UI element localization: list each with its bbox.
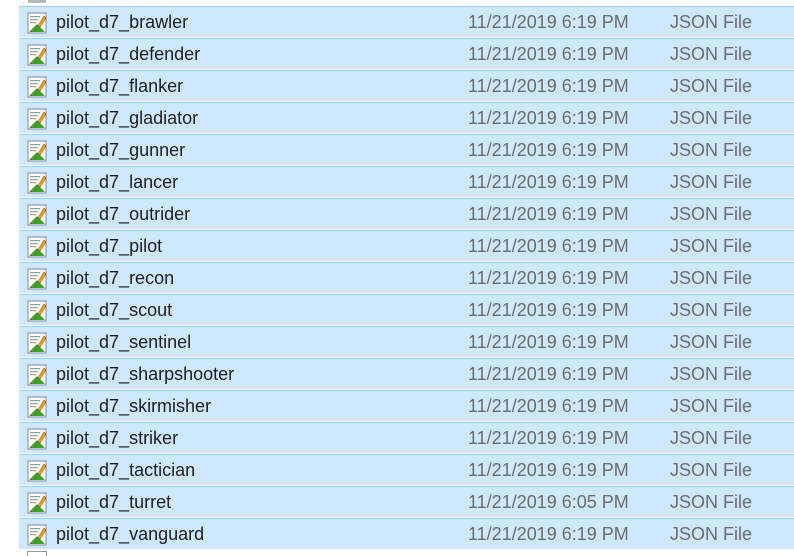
file-row[interactable]: pilot_d7_sharpshooter 11/21/2019 6:19 PM J…: [19, 358, 794, 389]
file-row[interactable]: pilot_d7_outrider 11/21/2019 6:19 PM JSON …: [19, 198, 794, 229]
file-row[interactable]: pilot_d7_striker 11/21/2019 6:19 PM JSON F…: [19, 422, 794, 453]
json-file-icon: [27, 460, 47, 482]
json-file-icon: [27, 428, 47, 450]
json-file-icon: [27, 44, 47, 66]
file-modified-date: 11/21/2019 6:19 PM: [468, 524, 629, 544]
file-name[interactable]: pilot_d7_recon: [56, 268, 174, 289]
file-type: JSON File: [670, 140, 753, 160]
file-row[interactable]: pilot_d7_defender 11/21/2019 6:19 PM JSON …: [19, 38, 794, 69]
file-row[interactable]: pilot_d7_turret 11/21/2019 6:05 PM JSON Fi…: [19, 486, 794, 517]
file-type: JSON File: [670, 428, 753, 448]
file-name[interactable]: pilot_d7_lancer: [56, 172, 178, 193]
json-file-icon: [27, 300, 47, 322]
file-name[interactable]: pilot_d7_vanguard: [56, 524, 204, 545]
file-name[interactable]: pilot_d7_flanker: [56, 76, 183, 97]
json-file-icon: [27, 76, 47, 98]
file-name[interactable]: pilot_d7_striker: [56, 428, 178, 449]
file-type: JSON File: [670, 364, 753, 384]
json-file-icon: [27, 268, 47, 290]
file-name[interactable]: pilot_d7_brawler: [56, 12, 188, 33]
file-name[interactable]: pilot_d7_defender: [56, 44, 200, 65]
file-modified-date: 11/21/2019 6:19 PM: [468, 300, 629, 320]
file-type: JSON File: [670, 76, 753, 96]
json-file-icon: [27, 12, 47, 34]
file-modified-date: 11/21/2019 6:19 PM: [468, 332, 629, 352]
file-type: JSON File: [670, 108, 753, 128]
file-row[interactable]: pilot_d7_skirmisher 11/21/2019 6:19 PM JSO…: [19, 390, 794, 421]
file-modified-date: 11/21/2019 6:19 PM: [468, 12, 629, 32]
file-row[interactable]: pilot_d7_recon 11/21/2019 6:19 PM JSON Fil…: [19, 262, 794, 293]
file-name[interactable]: pilot_d7_gladiator: [56, 108, 198, 129]
file-list: pilot_d7_brawler 11/21/2019 6:19 PM JSON F…: [0, 0, 794, 556]
file-name[interactable]: pilot_d7_gunner: [56, 140, 185, 161]
file-row[interactable]: pilot_d7_gunner 11/21/2019 6:19 PM JSON Fi…: [19, 134, 794, 165]
partial-row-below: [27, 551, 47, 556]
file-type: JSON File: [670, 172, 753, 192]
file-row[interactable]: pilot_d7_pilot 11/21/2019 6:19 PM JSON Fil…: [19, 230, 794, 261]
file-name[interactable]: pilot_d7_pilot: [56, 236, 162, 257]
file-modified-date: 11/21/2019 6:19 PM: [468, 204, 629, 224]
file-row[interactable]: pilot_d7_brawler 11/21/2019 6:19 PM JSON F…: [19, 6, 794, 37]
file-name[interactable]: pilot_d7_tactician: [56, 460, 195, 481]
file-type: JSON File: [670, 460, 753, 480]
file-type: JSON File: [670, 332, 753, 352]
file-name[interactable]: pilot_d7_sentinel: [56, 332, 191, 353]
file-type: JSON File: [670, 492, 753, 512]
file-name[interactable]: pilot_d7_scout: [56, 300, 172, 321]
file-row[interactable]: pilot_d7_scout 11/21/2019 6:19 PM JSON Fil…: [19, 294, 794, 325]
file-modified-date: 11/21/2019 6:19 PM: [468, 108, 629, 128]
file-row[interactable]: pilot_d7_gladiator 11/21/2019 6:19 PM JSON…: [19, 102, 794, 133]
file-name[interactable]: pilot_d7_sharpshooter: [56, 364, 234, 385]
file-name[interactable]: pilot_d7_turret: [56, 492, 171, 513]
json-file-icon: [27, 524, 47, 546]
file-type: JSON File: [670, 300, 753, 320]
file-modified-date: 11/21/2019 6:19 PM: [468, 428, 629, 448]
json-file-icon: [27, 236, 47, 258]
json-file-icon: [27, 492, 47, 514]
partial-row-above: [28, 0, 46, 3]
json-file-icon: [27, 332, 47, 354]
json-file-icon: [27, 396, 47, 418]
json-file-icon: [27, 140, 47, 162]
json-file-icon: [27, 364, 47, 386]
file-type: JSON File: [670, 12, 753, 32]
file-name[interactable]: pilot_d7_skirmisher: [56, 396, 211, 417]
file-modified-date: 11/21/2019 6:19 PM: [468, 396, 629, 416]
file-modified-date: 11/21/2019 6:19 PM: [468, 364, 629, 384]
file-modified-date: 11/21/2019 6:19 PM: [468, 236, 629, 256]
file-row[interactable]: pilot_d7_flanker 11/21/2019 6:19 PM JSON F…: [19, 70, 794, 101]
file-type: JSON File: [670, 204, 753, 224]
file-modified-date: 11/21/2019 6:19 PM: [468, 44, 629, 64]
file-row[interactable]: pilot_d7_vanguard 11/21/2019 6:19 PM JSON …: [19, 518, 794, 549]
file-type: JSON File: [670, 236, 753, 256]
file-name[interactable]: pilot_d7_outrider: [56, 204, 190, 225]
file-row[interactable]: pilot_d7_sentinel 11/21/2019 6:19 PM JSON …: [19, 326, 794, 357]
file-type: JSON File: [670, 396, 753, 416]
file-modified-date: 11/21/2019 6:19 PM: [468, 268, 629, 288]
file-type: JSON File: [670, 268, 753, 288]
file-type: JSON File: [670, 524, 753, 544]
file-row[interactable]: pilot_d7_tactician 11/21/2019 6:19 PM JSON…: [19, 454, 794, 485]
file-modified-date: 11/21/2019 6:05 PM: [468, 492, 629, 512]
file-modified-date: 11/21/2019 6:19 PM: [468, 76, 629, 96]
file-type: JSON File: [670, 44, 753, 64]
file-modified-date: 11/21/2019 6:19 PM: [468, 140, 629, 160]
json-file-icon: [27, 172, 47, 194]
file-row[interactable]: pilot_d7_lancer 11/21/2019 6:19 PM JSON Fi…: [19, 166, 794, 197]
file-modified-date: 11/21/2019 6:19 PM: [468, 460, 629, 480]
json-file-icon: [27, 108, 47, 130]
json-file-icon: [27, 204, 47, 226]
file-modified-date: 11/21/2019 6:19 PM: [468, 172, 629, 192]
